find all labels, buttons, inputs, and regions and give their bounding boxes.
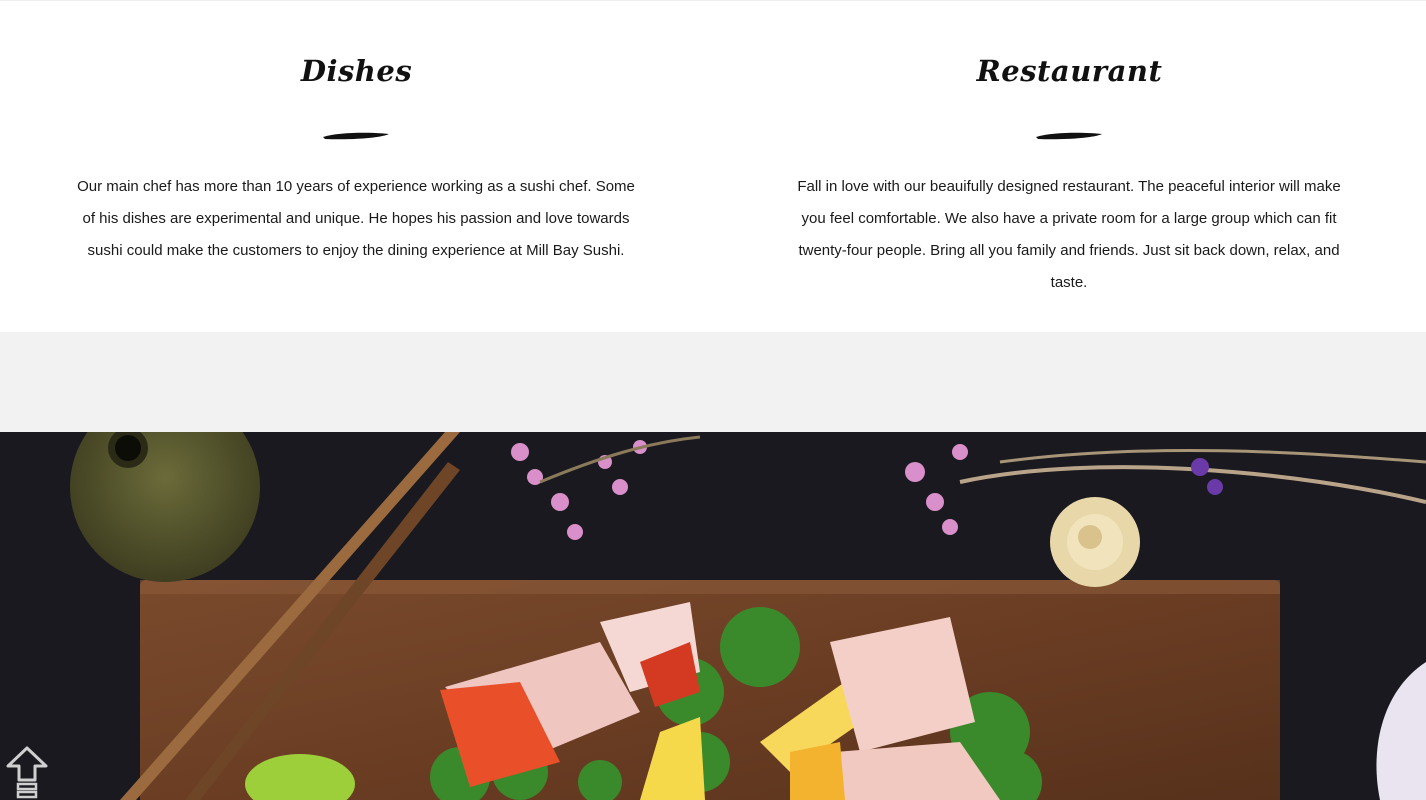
- brush-stroke-divider: [1036, 132, 1102, 140]
- arrow-up-icon: [6, 746, 48, 799]
- feature-title-dishes: Dishes: [300, 54, 413, 88]
- spacer-band: [0, 332, 1426, 432]
- back-to-top-button[interactable]: [4, 744, 50, 800]
- page: Dishes Our main chef has more than 10 ye…: [0, 0, 1426, 800]
- feature-text-dishes: Our main chef has more than 10 years of …: [77, 178, 635, 259]
- feature-title-restaurant: Restaurant: [976, 54, 1163, 88]
- sashimi-platter-photo: [0, 432, 1426, 800]
- brush-stroke-divider: [323, 132, 389, 140]
- features-section: Dishes Our main chef has more than 10 ye…: [0, 0, 1426, 332]
- feature-text-restaurant: Fall in love with our beauifully designe…: [797, 178, 1341, 291]
